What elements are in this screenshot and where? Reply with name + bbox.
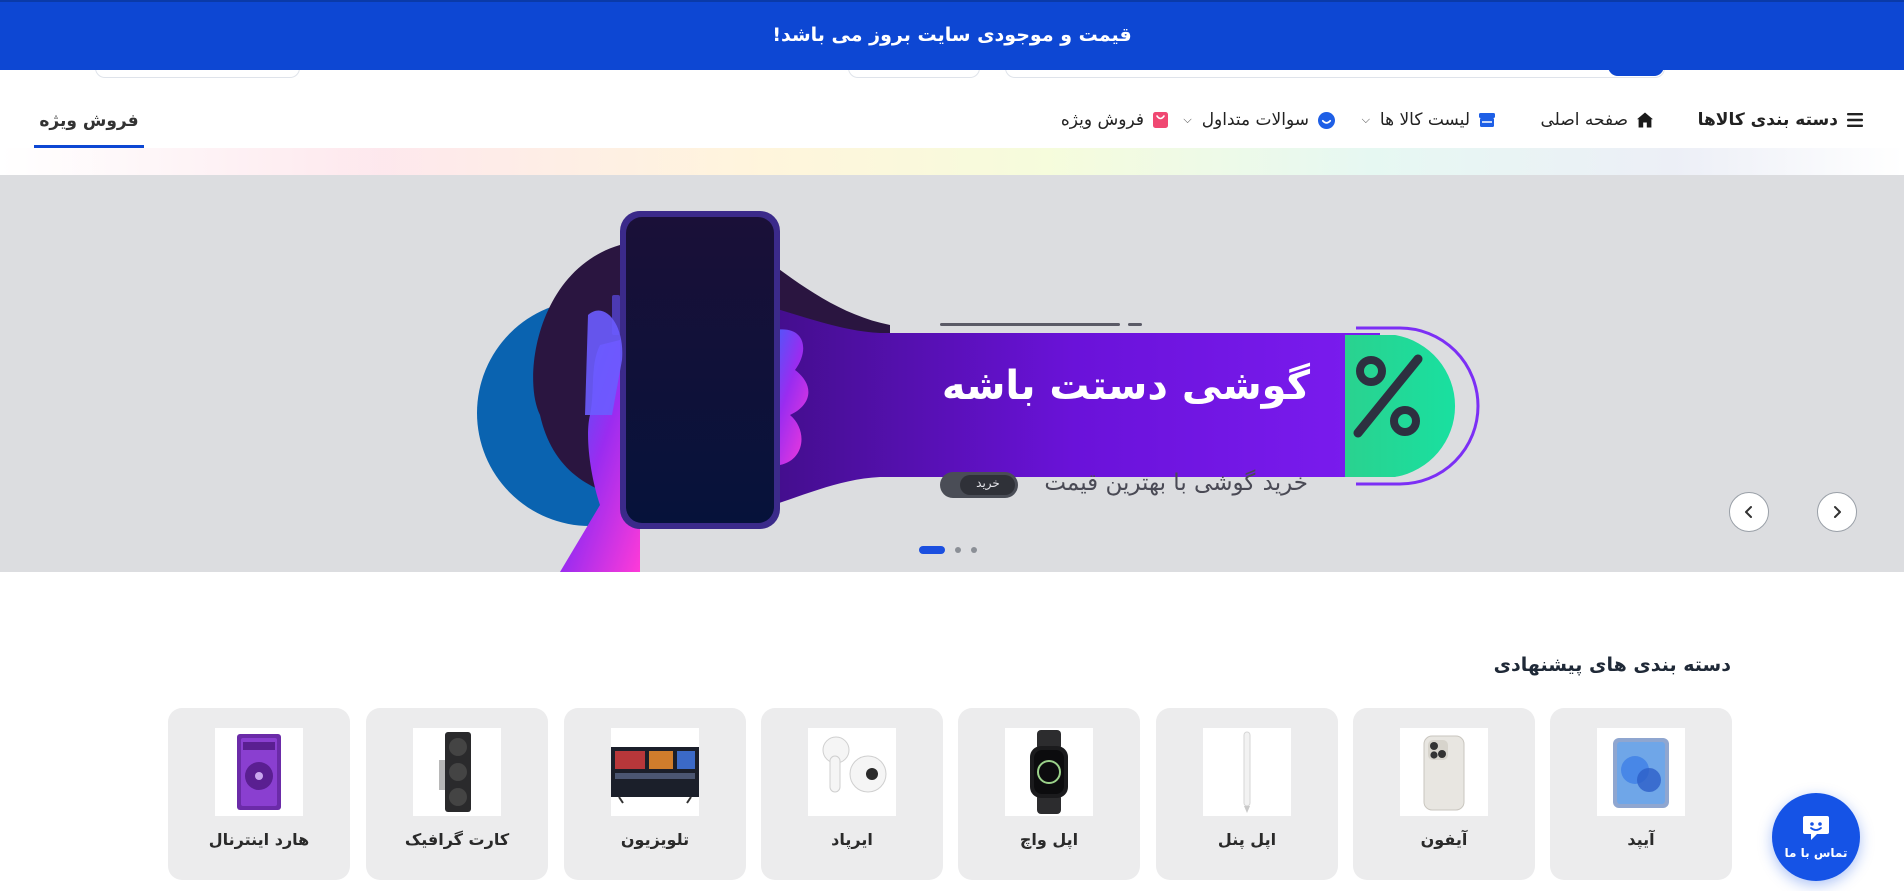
category-card-ipad[interactable]: آیپد xyxy=(1550,708,1732,880)
airpods-image xyxy=(808,728,896,816)
section-title: دسته بندی های پیشنهادی xyxy=(1493,654,1731,676)
category-card-iphone[interactable]: آیفون xyxy=(1353,708,1535,880)
gift-icon xyxy=(1152,111,1169,129)
slider-prev-button[interactable] xyxy=(1729,492,1769,532)
nav-item-label: صفحه اصلی xyxy=(1540,110,1628,130)
ipad-image xyxy=(1597,728,1685,816)
apple-watch-image xyxy=(1005,728,1093,816)
nav-item-home[interactable]: صفحه اصلی xyxy=(1541,96,1654,144)
category-name: آیپد xyxy=(1627,830,1655,849)
category-card-apple-watch[interactable]: اپل واچ xyxy=(958,708,1140,880)
category-name: هارد اینترنال xyxy=(208,830,310,849)
nav-item-label: فروش ویژه xyxy=(1060,110,1144,130)
apple-pencil-image xyxy=(1203,728,1291,816)
category-card-airpods[interactable]: ایرپاد xyxy=(761,708,943,880)
chevron-down-icon: ⌵ xyxy=(1361,113,1370,126)
category-name: اپل واچ xyxy=(1019,830,1079,849)
slider-dot[interactable] xyxy=(919,546,945,554)
nav-item-products[interactable]: لیست کالا ها ⌵ xyxy=(1362,96,1496,144)
categories-menu-button[interactable]: دسته بندی کالاها xyxy=(1698,96,1864,144)
chevron-left-icon xyxy=(1745,506,1752,518)
slider-next-button[interactable] xyxy=(1817,492,1857,532)
category-name: اپل پنل xyxy=(1217,830,1277,849)
graphics-card-image xyxy=(413,728,501,816)
chat-icon xyxy=(1803,816,1829,840)
category-name: تلویزیون xyxy=(620,830,690,849)
hero-headline: گوشی دستت باشه xyxy=(941,363,1310,409)
chevron-down-icon: ⌵ xyxy=(1183,113,1192,126)
faq-icon xyxy=(1317,111,1336,130)
hero-subline: خرید گوشی با بهترین قیمت xyxy=(1044,470,1308,496)
category-name: آیفون xyxy=(1420,830,1468,849)
home-icon xyxy=(1636,111,1654,129)
hamburger-icon xyxy=(1846,112,1864,128)
nav-item-label: لیست کالا ها xyxy=(1379,110,1470,130)
nav-item-faq[interactable]: سوالات متداول ⌵ xyxy=(1183,96,1336,144)
decorative-gradient-strip xyxy=(0,148,1904,176)
chevron-right-icon xyxy=(1834,506,1841,518)
slider-dot[interactable] xyxy=(971,547,977,553)
tab-special-sale[interactable]: فروش ویژه xyxy=(34,96,144,148)
tv-image xyxy=(611,728,699,816)
category-card-apple-pencil[interactable]: اپل پنل xyxy=(1156,708,1338,880)
store-icon xyxy=(1478,112,1496,128)
contact-us-button[interactable]: تماس با ما xyxy=(1772,793,1860,881)
nav-item-special-sale[interactable]: فروش ویژه xyxy=(1061,96,1169,144)
slider-dots xyxy=(919,546,977,554)
category-card-graphics-card[interactable]: کارت گرافیک xyxy=(366,708,548,880)
slider-dot[interactable] xyxy=(955,547,961,553)
category-card-hard-drive[interactable]: هارد اینترنال xyxy=(168,708,350,880)
category-card-tv[interactable]: تلویزیون xyxy=(564,708,746,880)
hard-drive-image xyxy=(215,728,303,816)
category-name: ایرپاد xyxy=(831,830,873,849)
announcement-bar: قیمت و موجودی سایت بروز می باشد! xyxy=(0,0,1904,70)
announcement-text: قیمت و موجودی سایت بروز می باشد! xyxy=(772,24,1132,46)
iphone-image xyxy=(1400,728,1488,816)
category-list: آیپد آیفون اپل پنل اپل واچ ایرپاد تلویزی… xyxy=(168,708,1732,880)
categories-menu-label: دسته بندی کالاها xyxy=(1697,110,1838,130)
category-name: کارت گرافیک xyxy=(404,830,510,849)
nav-item-label: سوالات متداول xyxy=(1201,110,1309,130)
contact-us-label: تماس با ما xyxy=(1784,846,1848,860)
main-nav: دسته بندی کالاها صفحه اصلی لیست کالا ها … xyxy=(0,96,1904,144)
hero-cta-button[interactable]: خرید xyxy=(962,476,1014,490)
hero-banner[interactable]: گوشی دستت باشه خرید گوشی با بهترین قیمت … xyxy=(0,175,1904,572)
